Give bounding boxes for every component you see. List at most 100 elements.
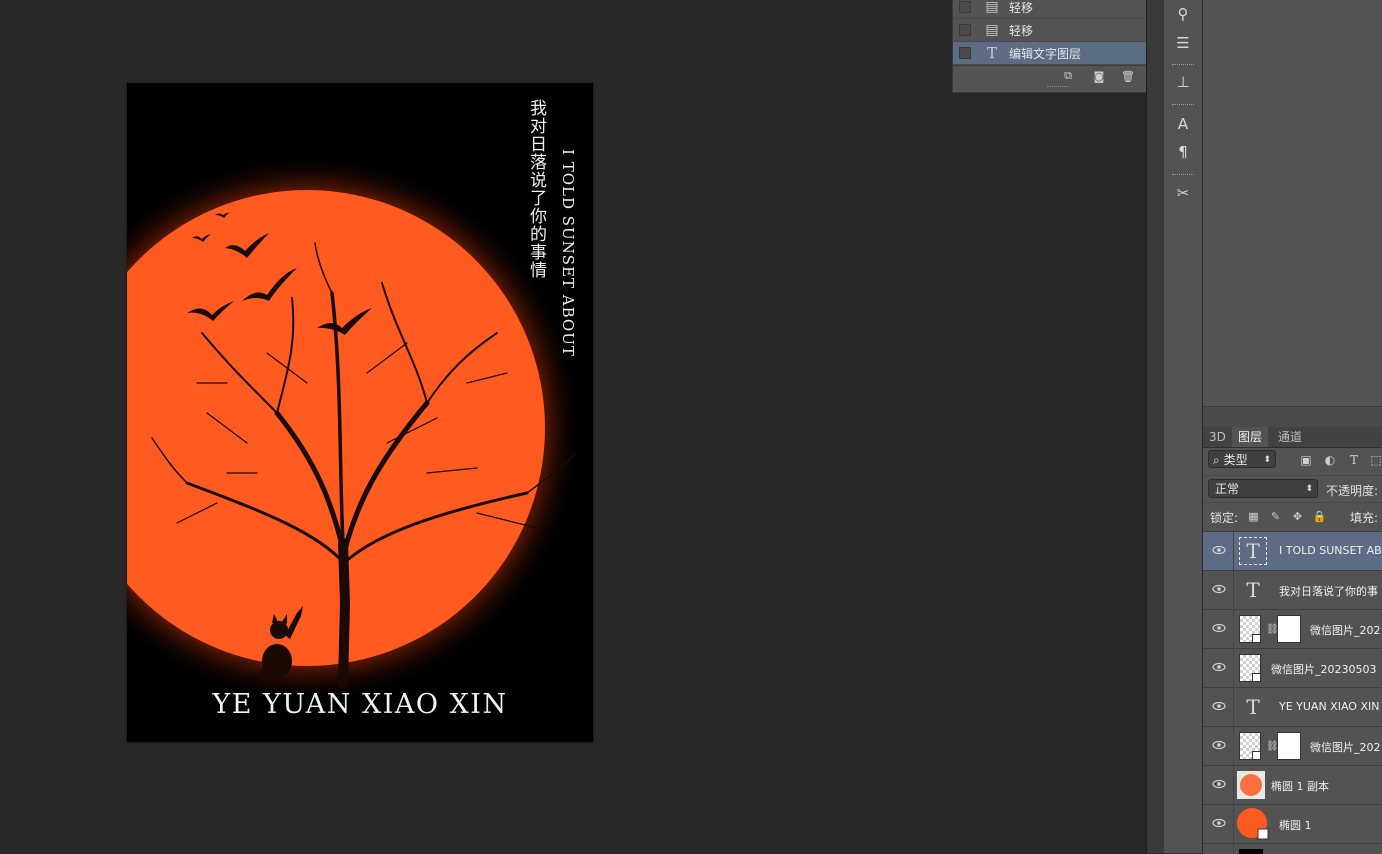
history-snapshot-checkbox[interactable] — [959, 24, 971, 36]
fill-label: 填充: — [1350, 511, 1379, 525]
history-footer: ⧉ ◙ 🗑 — [953, 65, 1163, 86]
visibility-eye-icon[interactable] — [1212, 740, 1226, 750]
visibility-eye-icon[interactable] — [1212, 701, 1226, 711]
history-item-active[interactable]: T 编辑文字图层 — [953, 42, 1147, 65]
layer-name[interactable]: 椭圆 1 — [1279, 817, 1312, 833]
layer-name[interactable]: YE YUAN XIAO XIN — [1279, 700, 1379, 713]
layer-name[interactable]: I TOLD SUNSET ABOUT — [1279, 544, 1382, 557]
layer-row[interactable]: 微信图片_20230503 — [1203, 649, 1382, 688]
trash-icon[interactable]: 🗑 — [1120, 69, 1136, 83]
layer-thumbnail — [1237, 771, 1265, 799]
text-layer-icon: T — [1239, 537, 1267, 565]
visibility-eye-icon[interactable] — [1212, 818, 1226, 828]
blend-mode-row: 正常 ⬍ 不透明度: — [1203, 475, 1382, 502]
history-snapshot-checkbox[interactable] — [959, 47, 971, 59]
filter-kind-select[interactable]: ⌕ 类型 ⬍ — [1208, 450, 1276, 468]
text-layer-icon: T — [1246, 578, 1260, 602]
layer-mask-thumbnail[interactable] — [1277, 615, 1301, 643]
layer-thumbnail — [1239, 615, 1261, 643]
smart-object-icon — [1252, 751, 1261, 760]
column-divider — [1233, 805, 1234, 843]
visibility-eye-icon[interactable] — [1212, 623, 1226, 633]
history-item[interactable]: ▤ 轻移 — [953, 19, 1147, 42]
dock-separator — [1172, 174, 1194, 177]
lock-image-pixels-icon[interactable]: ✎ — [1269, 510, 1282, 523]
column-divider — [1233, 649, 1234, 687]
history-item-label: 编辑文字图层 — [1009, 46, 1082, 61]
layer-thumbnail — [1237, 808, 1269, 840]
visibility-eye-icon[interactable] — [1212, 545, 1226, 555]
tab-3d[interactable]: 3D — [1203, 427, 1232, 447]
adjustments-sliders-icon[interactable]: ☰ — [1171, 32, 1195, 54]
blend-mode-select[interactable]: 正常 ⬍ — [1208, 479, 1318, 498]
lock-position-icon[interactable]: ✥ — [1291, 510, 1304, 523]
stepper-arrows-icon: ⬍ — [1305, 484, 1313, 494]
clone-source-icon[interactable]: ⊥ — [1171, 71, 1195, 93]
history-item[interactable]: ▤ 轻移 — [953, 0, 1147, 19]
layer-row[interactable]: ⛓ 微信图片_202 — [1203, 727, 1382, 766]
document-canvas-area[interactable]: 我对日落说了你的事情 I TOLD SUNSET ABOUT YE YUAN X… — [0, 0, 1146, 853]
filter-adjustment-layers-icon[interactable]: ◐ — [1323, 453, 1337, 467]
layer-row[interactable]: ⛓ 微信图片_202 — [1203, 610, 1382, 649]
layer-name[interactable]: 微信图片_202 — [1310, 622, 1381, 638]
layer-row[interactable]: 椭圆 1 — [1203, 805, 1382, 844]
opacity-label: 不透明度: — [1326, 484, 1379, 498]
lock-transparent-pixels-icon[interactable]: ▦ — [1247, 510, 1260, 523]
layer-row[interactable]: T I TOLD SUNSET ABOUT — [1203, 532, 1382, 571]
tab-channels[interactable]: 通道 — [1272, 427, 1308, 447]
layer-name[interactable]: 微信图片_20230503 — [1271, 661, 1377, 677]
layer-row[interactable]: 椭圆 1 副本 — [1203, 766, 1382, 805]
stepper-arrows-icon: ⬍ — [1263, 455, 1271, 465]
history-item-label: 轻移 — [1009, 23, 1034, 38]
document-icon: ▤ — [985, 0, 999, 15]
artboard[interactable]: 我对日落说了你的事情 I TOLD SUNSET ABOUT YE YUAN X… — [127, 83, 593, 742]
paragraph-panel-icon[interactable]: ¶ — [1171, 141, 1195, 163]
collapsed-panel-bar[interactable] — [1203, 407, 1382, 428]
column-divider — [1233, 532, 1234, 570]
snapshot-camera-icon[interactable]: ◙ — [1091, 69, 1107, 83]
panel-resize-grip[interactable] — [1047, 86, 1069, 89]
layer-name[interactable]: 椭圆 1 副本 — [1271, 778, 1329, 794]
filter-shape-layers-icon[interactable]: ⬚ — [1369, 453, 1382, 467]
new-document-from-state-icon[interactable]: ⧉ — [1060, 69, 1076, 83]
layer-row[interactable]: T 我对日落说了你的事 — [1203, 571, 1382, 610]
lock-label: 锁定: — [1210, 511, 1239, 525]
visibility-eye-icon[interactable] — [1212, 662, 1226, 672]
tool-presets-icon[interactable]: ✂ — [1171, 182, 1195, 204]
brush-presets-icon[interactable]: ⚲ — [1171, 3, 1195, 25]
type-tool-icon: T — [986, 44, 997, 62]
empty-panel-area — [1203, 0, 1382, 407]
document-icon: ▤ — [985, 22, 999, 38]
search-icon: ⌕ — [1213, 453, 1220, 467]
lock-row: 锁定: ▦ ✎ ✥ 🔒 填充: — [1203, 502, 1382, 529]
layer-name[interactable]: 微信图片_202 — [1310, 739, 1381, 755]
character-panel-icon[interactable]: A — [1171, 113, 1195, 135]
history-snapshot-checkbox[interactable] — [959, 1, 971, 13]
text-layer-icon: T — [1246, 695, 1260, 719]
history-item-label: 轻移 — [1009, 0, 1034, 15]
column-divider — [1233, 766, 1234, 804]
layers-panel: 3D 图层 通道 ⌕ 类型 ⬍ ▣ ◐ T ⬚ 正常 ⬍ 不透明度: 锁定: ▦ — [1203, 427, 1382, 854]
filter-pixel-layers-icon[interactable]: ▣ — [1299, 453, 1313, 467]
column-divider — [1233, 571, 1234, 609]
filter-type-layers-icon[interactable]: T — [1347, 453, 1361, 467]
layer-thumbnail — [1239, 654, 1261, 682]
column-divider — [1233, 610, 1234, 648]
lock-all-icon[interactable]: 🔒 — [1313, 510, 1327, 523]
visibility-eye-icon[interactable] — [1212, 584, 1226, 594]
filter-kind-value: 类型 — [1223, 453, 1248, 467]
artwork-signature: YE YUAN XIAO XIN — [212, 689, 508, 720]
dock-separator — [1172, 104, 1194, 107]
tab-layers[interactable]: 图层 — [1232, 427, 1269, 447]
layer-mask-thumbnail[interactable] — [1277, 732, 1301, 760]
smart-object-icon — [1252, 634, 1261, 643]
visibility-eye-icon[interactable] — [1212, 779, 1226, 789]
smart-object-icon — [1252, 673, 1261, 682]
column-divider — [1233, 688, 1234, 726]
layer-filter-row: ⌕ 类型 ⬍ ▣ ◐ T ⬚ — [1203, 448, 1382, 473]
layer-name[interactable]: 我对日落说了你的事 — [1279, 583, 1378, 599]
right-panel-group: 3D 图层 通道 ⌕ 类型 ⬍ ▣ ◐ T ⬚ 正常 ⬍ 不透明度: 锁定: ▦ — [1203, 0, 1382, 854]
layer-thumbnail — [1239, 849, 1263, 854]
layer-row[interactable]: T YE YUAN XIAO XIN — [1203, 688, 1382, 727]
dock-separator — [1172, 64, 1194, 67]
